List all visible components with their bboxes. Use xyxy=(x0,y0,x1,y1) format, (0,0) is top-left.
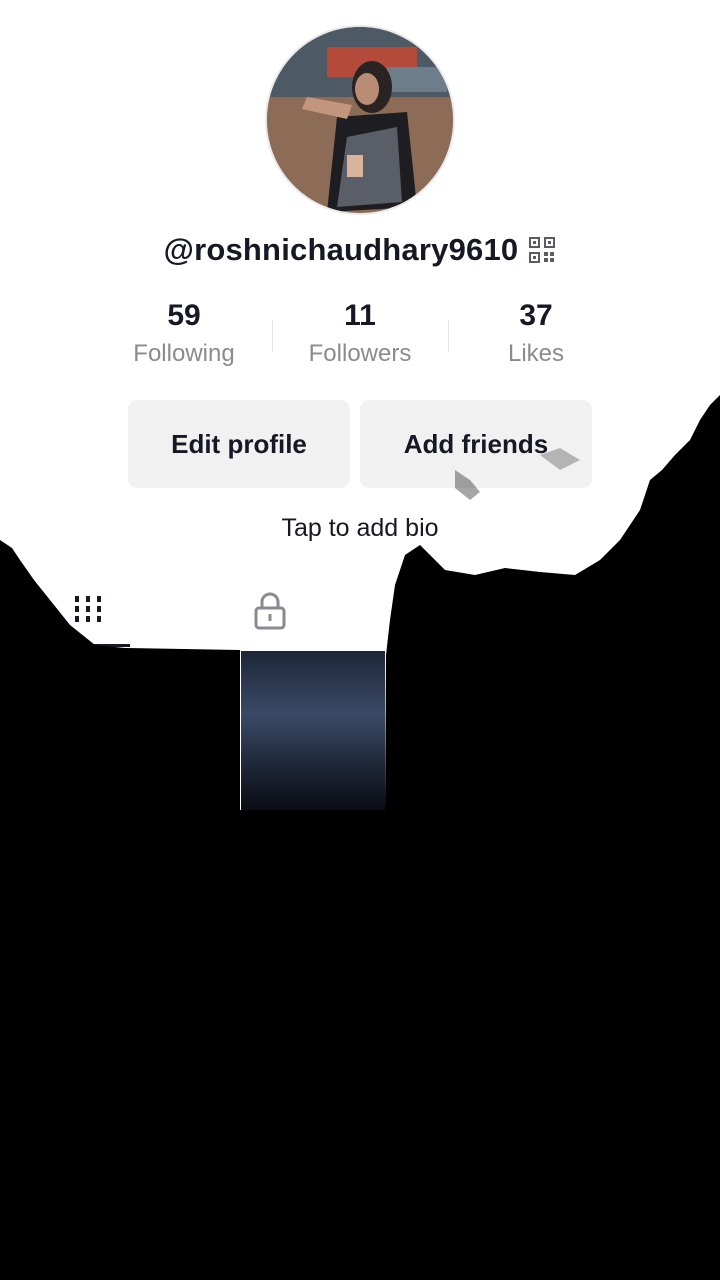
qr-code-icon[interactable] xyxy=(528,236,556,264)
stat-value: 11 xyxy=(344,299,376,332)
stat-following[interactable]: 59 Following xyxy=(96,298,272,368)
stat-label: Following xyxy=(133,340,235,367)
stat-label: Followers xyxy=(308,340,412,367)
tab-private[interactable] xyxy=(250,588,290,632)
stat-value: 37 xyxy=(519,299,553,332)
add-friends-button[interactable]: Add friends xyxy=(360,400,592,488)
profile-photo xyxy=(267,27,453,213)
active-tab-indicator xyxy=(0,644,130,647)
username-row: @roshnichaudhary9610 xyxy=(0,232,720,268)
profile-screen: @roshnichaudhary9610 59 Following 11 Fol… xyxy=(0,0,720,1280)
tab-videos[interactable] xyxy=(70,588,110,632)
stat-value: 59 xyxy=(167,299,201,332)
video-view-count: 15 xyxy=(106,668,133,695)
video-thumbnail[interactable] xyxy=(241,651,385,811)
stat-followers[interactable]: 11 Followers xyxy=(272,298,448,368)
profile-avatar[interactable] xyxy=(265,25,455,215)
lock-icon xyxy=(254,592,286,630)
bio-placeholder[interactable]: Tap to add bio xyxy=(0,514,720,543)
videos-grid-icon xyxy=(75,596,101,622)
stat-label: Likes xyxy=(507,340,565,367)
profile-stats: 59 Following 11 Followers 37 Likes xyxy=(96,298,624,368)
edit-profile-button[interactable]: Edit profile xyxy=(128,400,350,488)
stat-likes[interactable]: 37 Likes xyxy=(448,298,624,368)
username: @roshnichaudhary9610 xyxy=(163,232,519,267)
